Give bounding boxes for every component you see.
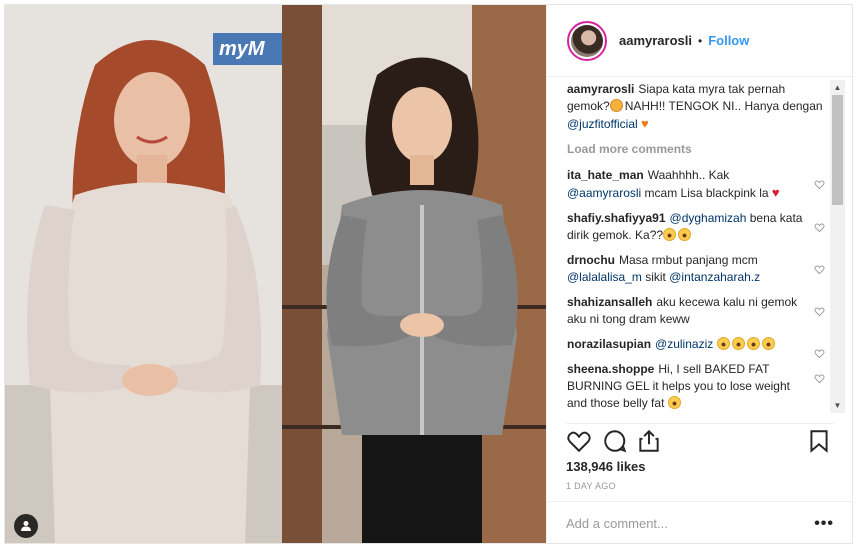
photo-right-panel	[282, 5, 546, 543]
post-age: 1 DAY AGO	[566, 481, 616, 491]
comment-like-heart-icon[interactable]	[814, 179, 825, 190]
comment-like-heart-icon[interactable]	[814, 306, 825, 317]
comment-row: shahizansalleh aku kecewa kalu ni gemok a…	[567, 294, 835, 328]
share-icon[interactable]	[636, 428, 662, 454]
post-photo[interactable]: myM	[5, 5, 546, 543]
photo-left-panel: myM	[5, 5, 282, 543]
caption: aamyrarosli Siapa kata myra tak pernah ge…	[567, 81, 835, 133]
comment-text: sikit	[641, 270, 670, 284]
load-more-comments[interactable]: Load more comments	[567, 141, 835, 157]
comment-username[interactable]: norazilasupian	[567, 337, 651, 351]
laughing-emoji-icon	[731, 337, 745, 350]
comment-row: ita_hate_man Waahhhh.. Kak @aamyrarosli m…	[567, 167, 835, 202]
bookmark-icon[interactable]	[806, 428, 832, 454]
comment-row: drnochu Masa rmbut panjang mcm @lalalalis…	[567, 252, 835, 286]
scroll-down-arrow-icon[interactable]: ▼	[830, 398, 845, 413]
caption-text-2: NAHH!! TENGOK NI.. Hanya dengan	[624, 99, 823, 113]
scrollbar-thumb[interactable]	[832, 95, 843, 205]
red-heart-icon: ♥	[771, 185, 780, 200]
comment-mention[interactable]: @zulinaziz	[655, 337, 713, 351]
add-comment-row: •••	[546, 501, 852, 543]
emoji-angry-icon	[609, 99, 623, 112]
action-bar	[566, 423, 834, 455]
comment-row: shafiy.shafiyya91 @dyghamizah bena kata d…	[567, 210, 835, 244]
laughing-emoji-icon	[746, 337, 760, 350]
comment-like-heart-icon[interactable]	[814, 264, 825, 275]
watermark-logo: myM	[213, 33, 282, 65]
post-header: aamyrarosli • Follow	[547, 5, 852, 77]
comment-mention[interactable]: @lalalalisa_m	[567, 270, 642, 284]
comment-mention[interactable]: @dyghamizah	[670, 211, 747, 225]
likes-count[interactable]: 138,946 likes	[566, 459, 646, 474]
user-tag-icon	[21, 521, 31, 531]
scroll-up-arrow-icon[interactable]: ▲	[830, 80, 845, 95]
laughing-emoji-icon	[678, 228, 692, 241]
woman-left-illustration	[5, 5, 282, 543]
like-heart-icon[interactable]	[566, 428, 592, 454]
comment-username[interactable]: sheena.shoppe	[567, 362, 654, 376]
avatar[interactable]	[567, 20, 607, 61]
user-tag-button[interactable]	[14, 514, 38, 538]
comment-text: Waahhhh.. Kak	[647, 168, 730, 182]
laughing-emoji-icon	[761, 337, 775, 350]
comment-like-heart-icon[interactable]	[814, 222, 825, 233]
comment-row: sheena.shoppe Hi, I sell BAKED FAT BURNIN…	[567, 361, 835, 412]
comment-username[interactable]: shahizansalleh	[567, 295, 652, 309]
orange-heart-icon: ♥	[641, 116, 649, 131]
comment-username[interactable]: ita_hate_man	[567, 168, 644, 182]
comments-scrollbar[interactable]: ▲ ▼	[830, 80, 845, 413]
laughing-emoji-icon	[663, 228, 677, 241]
laughing-emoji-icon	[667, 396, 681, 409]
comments-list: aamyrarosli Siapa kata myra tak pernah ge…	[567, 81, 835, 416]
comment-like-heart-icon[interactable]	[814, 373, 825, 384]
follow-button[interactable]: Follow	[708, 33, 749, 48]
woman-right-illustration	[282, 5, 546, 543]
comment-mention[interactable]: @aamyrarosli	[567, 186, 641, 200]
comment-username[interactable]: shafiy.shafiyya91	[567, 211, 666, 225]
caption-mention[interactable]: @juzfitofficial	[567, 117, 638, 131]
comment-mention[interactable]: @intanzaharah.z	[669, 270, 760, 284]
comment-text: mcam Lisa blackpink la	[641, 186, 772, 200]
comment-row: norazilasupian @zulinaziz	[567, 336, 835, 359]
more-options-button[interactable]: •••	[814, 515, 834, 533]
post-frame: myM aamyrarosli • Follow aamyrarosli Sia…	[4, 4, 853, 544]
comment-like-heart-icon[interactable]	[814, 348, 825, 359]
caption-username[interactable]: aamyrarosli	[567, 82, 634, 96]
laughing-emoji-icon	[716, 337, 730, 350]
add-comment-input[interactable]	[566, 516, 786, 531]
comment-bubble-icon[interactable]	[602, 428, 628, 454]
comment-text: Masa rmbut panjang mcm	[619, 253, 758, 267]
comment-username[interactable]: drnochu	[567, 253, 615, 267]
header-separator: •	[698, 33, 703, 48]
header-username[interactable]: aamyrarosli	[619, 33, 692, 48]
